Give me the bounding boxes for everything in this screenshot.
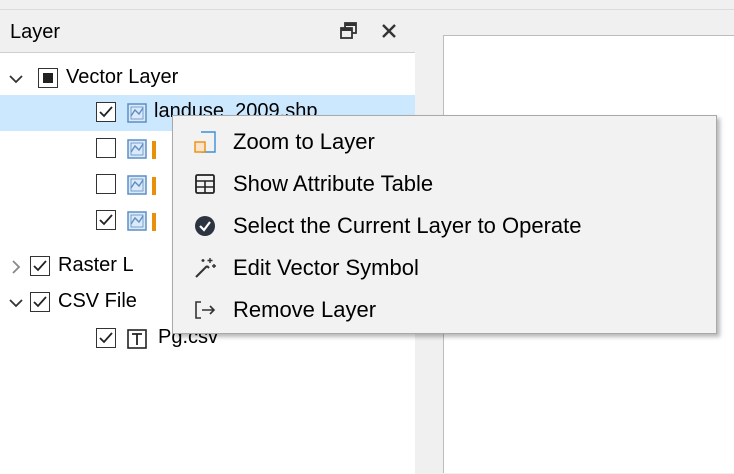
vector-layer-icon [126, 174, 148, 196]
vector-layer-icon [126, 138, 148, 160]
float-panel-icon[interactable] [338, 20, 360, 42]
menu-item-label: Select the Current Layer to Operate [233, 213, 582, 238]
vector-layer-icon [126, 210, 148, 232]
table-icon [193, 172, 217, 196]
menu-item-remove-layer[interactable]: Remove Layer [173, 289, 716, 331]
checkbox-checked[interactable] [30, 256, 50, 276]
text-file-icon [126, 328, 148, 350]
checkbox-partial[interactable] [38, 68, 58, 88]
tree-group-label: Raster L [58, 254, 134, 276]
menu-item-zoom-to-layer[interactable]: Zoom to Layer [173, 121, 716, 163]
zoom-to-layer-icon [193, 130, 217, 154]
close-panel-icon[interactable] [378, 20, 400, 42]
checkbox-checked[interactable] [96, 102, 116, 122]
magic-wand-icon [193, 256, 217, 280]
menu-item-show-attribute-table[interactable]: Show Attribute Table [173, 163, 716, 205]
checkbox-checked[interactable] [30, 292, 50, 312]
chevron-down-icon[interactable] [8, 294, 24, 310]
context-menu: Zoom to Layer Show Attribute Table Selec… [172, 115, 717, 334]
tree-group-label: Vector Layer [66, 66, 179, 88]
layer-name-fragment [152, 141, 156, 159]
layer-name-fragment [152, 213, 156, 231]
checkbox-checked[interactable] [96, 210, 116, 230]
menu-item-label: Edit Vector Symbol [233, 255, 419, 280]
chevron-right-icon[interactable] [8, 258, 24, 274]
menu-item-edit-vector-symbol[interactable]: Edit Vector Symbol [173, 247, 716, 289]
checkbox-unchecked[interactable] [96, 138, 116, 158]
panel-title: Layer [10, 21, 61, 43]
menu-item-select-current-layer[interactable]: Select the Current Layer to Operate [173, 205, 716, 247]
menu-item-label: Zoom to Layer [233, 129, 375, 154]
vector-layer-icon [126, 102, 148, 124]
remove-icon [193, 298, 217, 322]
checkbox-unchecked[interactable] [96, 174, 116, 194]
chevron-down-icon[interactable] [8, 70, 24, 86]
tree-group-vector[interactable]: Vector Layer [0, 61, 415, 97]
checkbox-checked[interactable] [96, 328, 116, 348]
tree-group-label: CSV File [58, 290, 137, 312]
check-circle-icon [193, 214, 217, 238]
window-top-strip [0, 0, 734, 10]
layer-name-fragment [152, 177, 156, 195]
menu-item-label: Show Attribute Table [233, 171, 434, 196]
layer-panel-header: Layer [0, 10, 415, 52]
menu-item-label: Remove Layer [233, 297, 377, 322]
